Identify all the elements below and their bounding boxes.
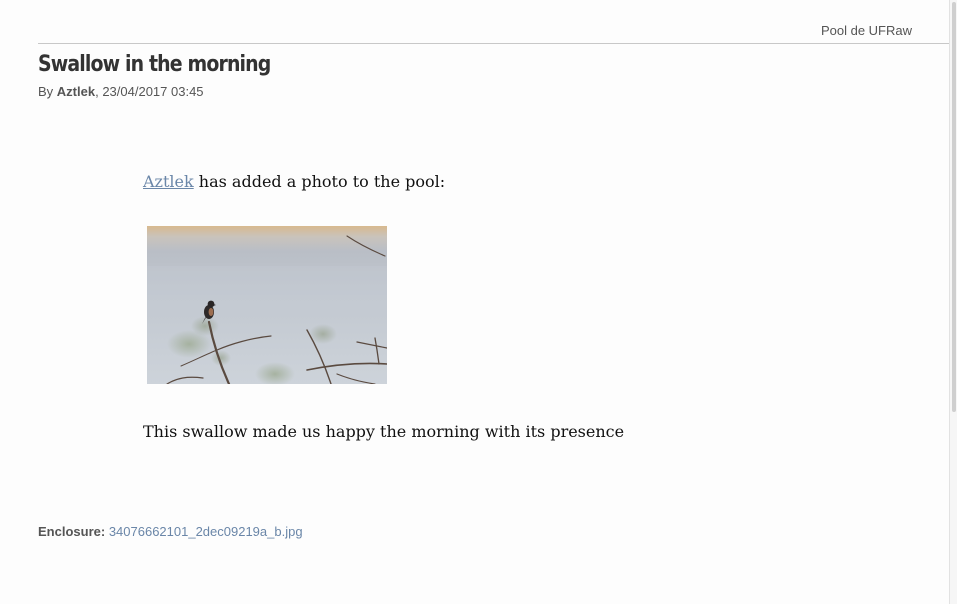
enclosure: Enclosure: 34076662101_2dec09219a_b.jpg (38, 524, 303, 539)
author-link[interactable]: Aztlek (143, 172, 194, 191)
header-divider (38, 43, 950, 44)
article-byline: By Aztlek, 23/04/2017 03:45 (38, 84, 204, 99)
enclosure-link[interactable]: 34076662101_2dec09219a_b.jpg (109, 524, 303, 539)
feed-article-view: Pool de UFRaw Swallow in the morning By … (0, 0, 957, 604)
swallow-photo-image (147, 226, 387, 384)
article-title[interactable]: Swallow in the morning (38, 52, 271, 77)
article-intro: Aztlek has added a photo to the pool: (143, 172, 445, 191)
enclosure-label: Enclosure: (38, 524, 106, 539)
pool-photo[interactable] (147, 226, 387, 384)
byline-author: Aztlek (56, 84, 96, 99)
byline-date: 23/04/2017 03:45 (102, 84, 204, 99)
scrollbar-thumb[interactable] (952, 2, 956, 412)
photo-description: This swallow made us happy the morning w… (143, 422, 625, 441)
vertical-scrollbar[interactable] (949, 0, 957, 604)
feed-source-label: Pool de UFRaw (820, 23, 912, 38)
byline-prefix: By (38, 84, 57, 99)
intro-line: Aztlek has added a photo to the pool: (143, 172, 445, 191)
intro-text: has added a photo to the pool: (193, 172, 446, 191)
